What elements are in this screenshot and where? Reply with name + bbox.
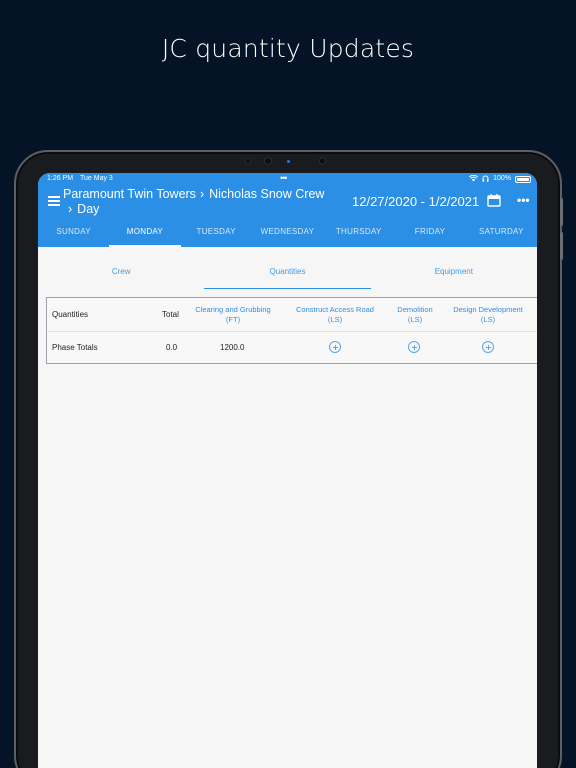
headphones-icon <box>482 175 489 182</box>
multitasking-dots-icon[interactable]: ••• <box>280 173 288 183</box>
column-unit: (LS) <box>407 315 423 324</box>
tab-equipment[interactable]: Equipment <box>371 247 537 289</box>
quantities-table: Quantities Total Clearing and Grubbing (… <box>46 297 537 364</box>
chevron-right-icon: › <box>199 187 205 201</box>
total-header: Total <box>162 310 179 319</box>
tab-sunday[interactable]: SUNDAY <box>38 223 109 247</box>
column-header-access-road[interactable]: Construct Access Road (LS) <box>285 305 385 325</box>
tab-crew[interactable]: Crew <box>38 247 204 289</box>
indicator-light-icon <box>287 160 290 163</box>
volume-button <box>560 232 563 260</box>
row-label: Phase Totals <box>52 343 98 352</box>
tab-saturday[interactable]: SATURDAY <box>466 223 537 247</box>
column-unit: (LS) <box>480 315 496 324</box>
tab-friday[interactable]: FRIDAY <box>394 223 465 247</box>
breadcrumb-day[interactable]: Day <box>77 202 99 216</box>
hamburger-menu-icon[interactable] <box>48 196 60 206</box>
column-header-design-development[interactable]: Design Development (LS) <box>445 305 531 325</box>
add-quantity-icon[interactable] <box>482 341 494 353</box>
column-name: Clearing and Grubbing <box>195 305 271 314</box>
sensor-icon <box>319 157 326 165</box>
battery-icon <box>515 176 531 183</box>
tab-thursday[interactable]: THURSDAY <box>323 223 394 247</box>
status-time: 1:26 PM <box>47 175 74 182</box>
status-bar: 1:26 PM Tue May 3 ••• 100% <box>38 173 537 185</box>
date-range[interactable]: 12/27/2020 - 1/2/2021 <box>352 194 479 209</box>
sensor-icon <box>245 158 251 164</box>
status-date: Tue May 3 <box>80 175 113 182</box>
battery-percent: 100% <box>493 175 511 182</box>
tab-tuesday[interactable]: TUESDAY <box>181 223 252 247</box>
breadcrumb-crew[interactable]: Nicholas Snow Crew <box>209 187 324 201</box>
app-screen: 1:26 PM Tue May 3 ••• 100% Paramount Twi… <box>38 173 537 768</box>
column-name: Construct Access Road <box>296 305 374 314</box>
volume-button <box>560 198 563 226</box>
row-total: 0.0 <box>166 343 178 352</box>
camera-icon <box>264 157 272 165</box>
promo-title: JC quantity Updates <box>161 34 415 63</box>
more-options-icon[interactable]: ••• <box>517 193 530 207</box>
column-name: Design Development <box>453 305 523 314</box>
column-unit: (LS) <box>327 315 343 324</box>
chevron-right-icon: › <box>68 202 73 216</box>
table-row: Phase Totals 0.0 1200.0 <box>47 332 537 363</box>
section-tabs: Crew Quantities Equipment <box>38 247 537 289</box>
add-quantity-icon[interactable] <box>408 341 420 353</box>
column-name: Demolition <box>397 305 433 314</box>
nav-row: Paramount Twin Towers › Nicholas Snow Crew… <box>38 187 537 217</box>
tab-monday[interactable]: MONDAY <box>109 223 181 247</box>
quantity-value[interactable]: 1200.0 <box>220 343 244 352</box>
app-header: 1:26 PM Tue May 3 ••• 100% Paramount Twi… <box>38 173 537 247</box>
status-indicators: 100% <box>469 175 511 182</box>
tab-wednesday[interactable]: WEDNESDAY <box>252 223 323 247</box>
column-header-clearing[interactable]: Clearing and Grubbing (FT) <box>183 305 283 325</box>
battery-fill <box>517 178 529 181</box>
column-unit: (FT) <box>225 315 241 324</box>
add-quantity-icon[interactable] <box>329 341 341 353</box>
tab-quantities[interactable]: Quantities <box>204 247 371 289</box>
column-header-demolition[interactable]: Demolition (LS) <box>385 305 445 325</box>
day-tabs: SUNDAY MONDAY TUESDAY WEDNESDAY THURSDAY… <box>38 223 537 247</box>
breadcrumb-project[interactable]: Paramount Twin Towers <box>63 187 196 201</box>
breadcrumb: Paramount Twin Towers › Nicholas Snow Crew… <box>63 187 363 217</box>
table-header-row: Quantities Total Clearing and Grubbing (… <box>47 298 537 332</box>
wifi-icon <box>469 175 479 182</box>
row-header-label: Quantities <box>52 310 89 319</box>
calendar-icon[interactable] <box>487 194 501 207</box>
